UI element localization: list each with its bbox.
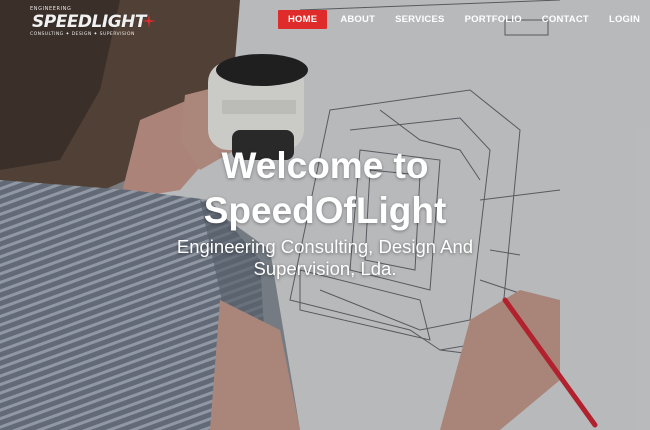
nav-item-home[interactable]: HOME bbox=[278, 10, 328, 29]
main-nav: HOME ABOUT SERVICES PORTFOLIO CONTACT LO… bbox=[278, 10, 650, 29]
nav-item-services[interactable]: SERVICES bbox=[385, 10, 454, 29]
hero-title-line-2: SpeedOfLight bbox=[203, 190, 447, 231]
site-logo[interactable]: ENGINEERING SPEEDLIGHT CONSULTING ✦ DESI… bbox=[30, 6, 156, 38]
nav-item-login[interactable]: LOGIN bbox=[599, 10, 650, 29]
hero-subtitle-line-1: Engineering Consulting, Design And bbox=[176, 236, 474, 257]
nav-item-contact[interactable]: CONTACT bbox=[532, 10, 599, 29]
nav-item-portfolio[interactable]: PORTFOLIO bbox=[455, 10, 532, 29]
logo-star-icon bbox=[142, 14, 156, 28]
logo-sub-text: CONSULTING ✦ DESIGN ✦ SUPERVISION bbox=[30, 32, 135, 37]
hero-title: Welcome to SpeedOfLight bbox=[0, 143, 650, 233]
hero-title-line-1: Welcome to bbox=[221, 145, 429, 186]
nav-item-about[interactable]: ABOUT bbox=[330, 10, 385, 29]
hero-subtitle-line-2: Supervision, Lda. bbox=[253, 258, 397, 279]
logo-main-text: SPEEDLIGHT bbox=[32, 12, 146, 32]
hero-section: ENGINEERING SPEEDLIGHT CONSULTING ✦ DESI… bbox=[0, 0, 650, 430]
hero-subtitle: Engineering Consulting, Design And Super… bbox=[0, 236, 650, 280]
